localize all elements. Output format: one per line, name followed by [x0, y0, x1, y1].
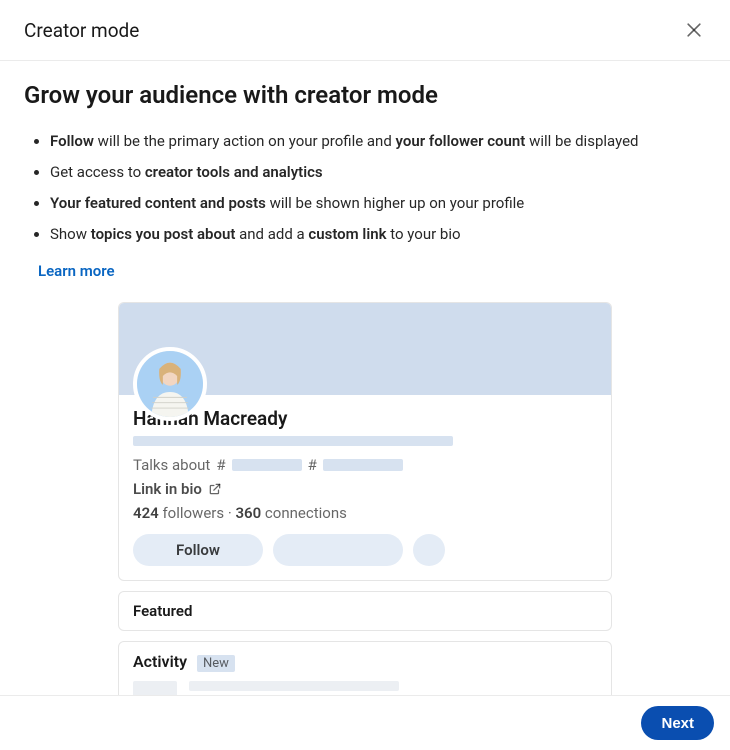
connections-label: connections	[261, 504, 347, 522]
benefit-item: Follow will be the primary action on you…	[50, 131, 706, 152]
learn-more-link[interactable]: Learn more	[38, 262, 115, 280]
benefit-item: Your featured content and posts will be …	[50, 193, 706, 214]
close-button[interactable]	[678, 14, 710, 46]
topic-placeholder	[232, 459, 302, 471]
avatar-image	[137, 351, 203, 417]
featured-section: Featured	[118, 591, 612, 631]
next-button[interactable]: Next	[641, 706, 714, 740]
follow-button[interactable]: Follow	[133, 534, 263, 566]
hashtag-symbol: #	[308, 456, 317, 474]
profile-card: Hannah Macready Talks about # # Link in …	[118, 302, 612, 581]
cover-image	[119, 303, 611, 395]
headline: Grow your audience with creator mode	[24, 81, 706, 109]
talks-about-label: Talks about	[133, 456, 210, 474]
modal-body: Grow your audience with creator mode Fol…	[0, 61, 730, 701]
followers-count: 424	[133, 504, 159, 522]
headline-placeholder	[133, 436, 453, 446]
profile-name: Hannah Macready	[133, 407, 597, 430]
new-badge: New	[197, 655, 235, 672]
followers-label: followers	[159, 504, 224, 522]
modal-header: Creator mode	[0, 0, 730, 61]
activity-title: Activity	[133, 652, 187, 671]
profile-preview: Hannah Macready Talks about # # Link in …	[24, 302, 706, 701]
benefit-item: Show topics you post about and add a cus…	[50, 224, 706, 245]
external-link-icon	[208, 482, 222, 496]
connections-count: 360	[235, 504, 261, 522]
modal-title: Creator mode	[24, 19, 139, 42]
talks-about-row: Talks about # #	[133, 456, 597, 474]
modal-footer: Next	[0, 695, 730, 750]
hashtag-symbol: #	[216, 456, 225, 474]
more-button-placeholder	[413, 534, 445, 566]
avatar	[133, 347, 207, 421]
action-buttons-row: Follow	[133, 534, 597, 566]
benefit-item: Get access to creator tools and analytic…	[50, 162, 706, 183]
featured-title: Featured	[133, 602, 192, 620]
topic-placeholder	[323, 459, 403, 471]
close-icon	[684, 20, 704, 40]
link-in-bio[interactable]: Link in bio	[133, 480, 597, 498]
activity-line-placeholder	[189, 681, 399, 691]
benefits-list: Follow will be the primary action on you…	[24, 131, 706, 245]
secondary-button-placeholder	[273, 534, 403, 566]
stats-row: 424 followers · 360 connections	[133, 504, 597, 522]
activity-section: Activity New	[118, 641, 612, 701]
